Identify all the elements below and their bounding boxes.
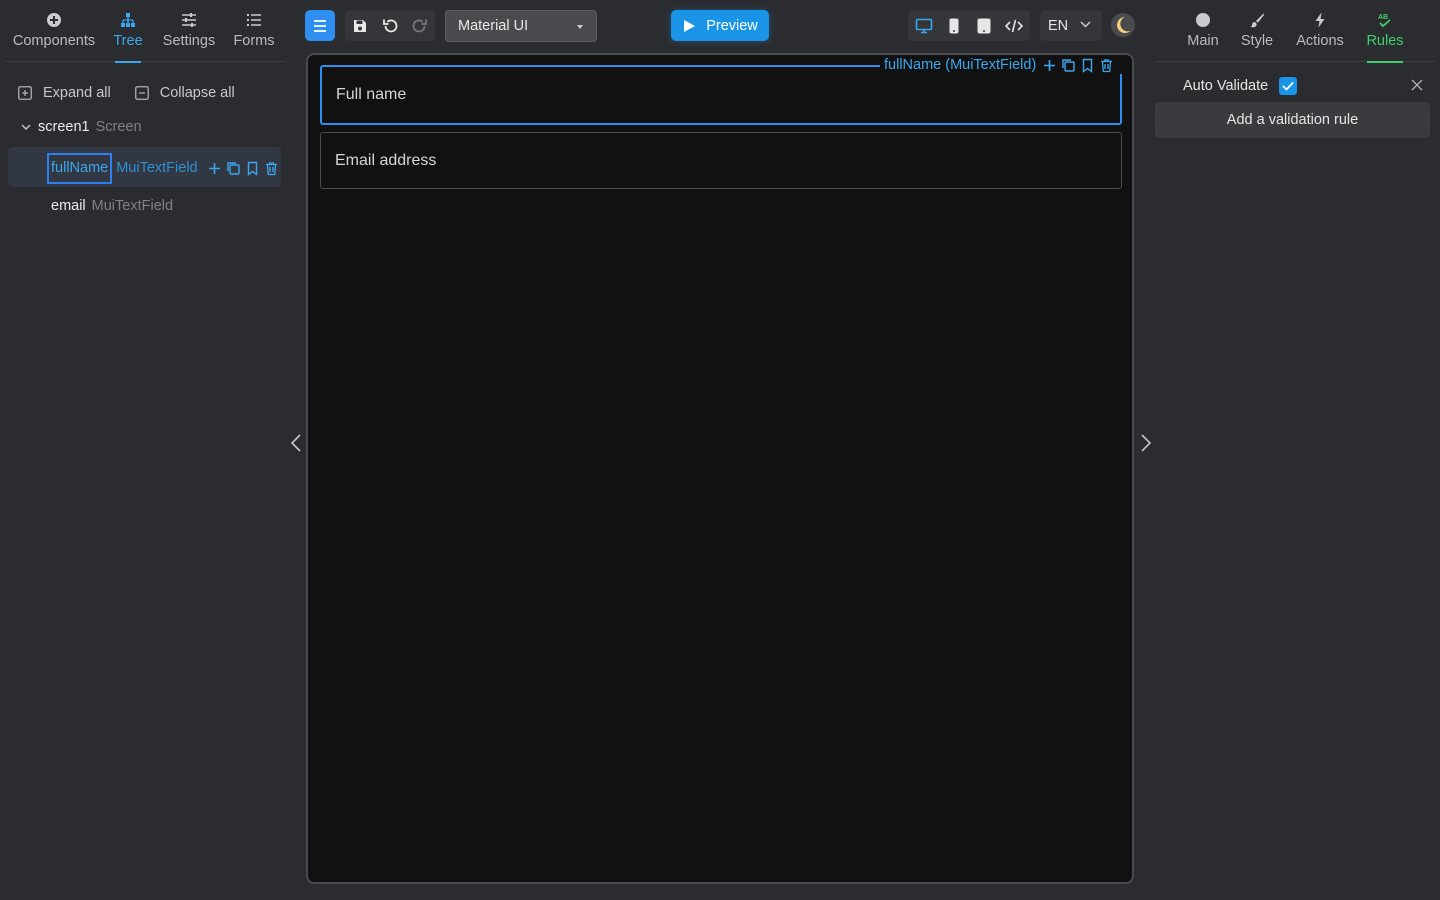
trash-icon[interactable] — [264, 161, 279, 176]
tab-label: Actions — [1296, 33, 1344, 49]
language-value: EN — [1048, 17, 1069, 34]
tree-node-name: fullName — [47, 152, 113, 184]
tab-actions[interactable]: Actions — [1295, 0, 1345, 62]
code-view-button[interactable] — [999, 10, 1029, 41]
fullname-text-field[interactable]: Full name — [320, 65, 1122, 125]
save-button[interactable] — [345, 10, 375, 41]
duplicate-icon[interactable] — [1061, 58, 1076, 73]
plus-circle-icon — [47, 13, 61, 27]
auto-validate-row: Auto Validate — [1183, 75, 1298, 97]
play-icon — [684, 19, 696, 32]
tab-tree[interactable]: Tree — [110, 0, 146, 62]
tab-forms[interactable]: Forms — [232, 0, 276, 62]
tree-node-type: MuiTextField — [91, 198, 174, 214]
duplicate-icon[interactable] — [226, 161, 241, 176]
tab-label: Settings — [162, 33, 216, 49]
theme-toggle-moon-icon[interactable] — [1110, 12, 1136, 38]
tree-node-name: email — [51, 198, 86, 214]
save-icon — [354, 19, 366, 32]
hierarchy-icon — [121, 13, 135, 27]
tablet-view-button[interactable] — [969, 10, 999, 41]
chevron-down-icon[interactable] — [20, 121, 32, 133]
tab-components[interactable]: Components — [12, 0, 96, 62]
add-icon[interactable] — [1042, 58, 1057, 73]
tree-actions: Expand all Collapse all — [18, 82, 259, 104]
caret-down-icon — [577, 25, 583, 29]
tree-node-screen1[interactable]: screen1 Screen — [20, 117, 142, 137]
collapse-left-panel-chevron-icon[interactable] — [288, 433, 304, 453]
add-validation-rule-label: Add a validation rule — [1226, 112, 1359, 128]
expand-all-label: Expand all — [43, 85, 111, 101]
left-panel: Components Tree Settings Forms Expand al… — [0, 0, 290, 900]
email-text-field[interactable]: Email address — [320, 132, 1122, 189]
ui-library-value: Material UI — [458, 18, 529, 34]
redo-icon — [412, 19, 427, 32]
design-canvas[interactable]: Full name fullName (MuiTextField) Email … — [306, 53, 1134, 884]
desktop-icon — [915, 18, 933, 33]
language-select[interactable]: EN — [1040, 10, 1102, 41]
preview-button[interactable]: Preview — [671, 10, 769, 41]
auto-validate-label: Auto Validate — [1183, 78, 1269, 94]
tree-node-type: Screen — [95, 119, 142, 135]
tree-node-email[interactable]: email MuiTextField — [51, 196, 173, 216]
tab-label: Main — [1187, 33, 1219, 49]
redo-button[interactable] — [405, 10, 435, 41]
brush-icon — [1250, 13, 1264, 28]
svg-text:AB: AB — [1378, 14, 1388, 21]
add-validation-rule-button[interactable]: Add a validation rule — [1155, 102, 1430, 138]
collapse-right-panel-chevron-icon[interactable] — [1138, 433, 1154, 453]
checkmark-icon — [1282, 81, 1294, 91]
field-label: Email address — [335, 151, 437, 169]
tab-rules[interactable]: AB Rules — [1366, 0, 1404, 62]
tab-label: Forms — [233, 33, 275, 49]
tab-label: Style — [1240, 33, 1274, 49]
chevron-down-icon — [1080, 21, 1091, 28]
history-group — [345, 10, 435, 41]
tab-label: Rules — [1366, 33, 1404, 49]
list-icon — [247, 14, 261, 26]
ab-check-icon: AB — [1378, 14, 1391, 28]
expand-all-button[interactable]: Expand all — [18, 85, 111, 101]
tree-node-name: screen1 — [38, 119, 90, 135]
hamburger-icon — [314, 19, 326, 32]
ui-library-select[interactable]: Material UI — [445, 10, 597, 42]
collapse-all-label: Collapse all — [159, 85, 235, 101]
auto-validate-checkbox[interactable] — [1279, 77, 1298, 95]
mobile-icon — [949, 18, 959, 33]
preview-label: Preview — [706, 17, 758, 34]
plus-square-icon — [18, 86, 32, 100]
minus-square-icon — [134, 86, 149, 100]
field-label: Full name — [336, 86, 407, 103]
collapse-all-button[interactable]: Collapse all — [134, 85, 235, 101]
tab-label: Components — [12, 33, 96, 49]
device-switcher — [908, 10, 1030, 41]
menu-button[interactable] — [305, 10, 335, 41]
trash-icon[interactable] — [1099, 58, 1114, 73]
bookmark-icon[interactable] — [245, 161, 260, 176]
tab-label: Tree — [113, 33, 143, 49]
left-tab-bar: Components Tree Settings Forms — [6, 0, 286, 62]
tree-node-fullname[interactable]: fullName MuiTextField — [47, 152, 283, 184]
tab-main[interactable]: Main — [1185, 0, 1221, 62]
mobile-view-button[interactable] — [939, 10, 969, 41]
tab-style[interactable]: Style — [1240, 0, 1274, 62]
selection-badge: fullName (MuiTextField) — [880, 56, 1123, 74]
right-tab-bar: Main Style Actions AB Rules — [1155, 0, 1435, 62]
tab-settings[interactable]: Settings — [161, 0, 217, 62]
undo-button[interactable] — [375, 10, 405, 41]
undo-icon — [383, 19, 398, 32]
circle-icon — [1196, 13, 1210, 27]
add-icon[interactable] — [207, 161, 222, 176]
close-icon[interactable] — [1410, 78, 1424, 92]
bookmark-icon[interactable] — [1080, 58, 1095, 73]
bolt-icon — [1315, 12, 1325, 28]
tablet-icon — [977, 18, 991, 33]
desktop-view-button[interactable] — [909, 10, 939, 41]
tree-node-type: MuiTextField — [116, 160, 198, 176]
tree-node-tools — [207, 161, 283, 176]
code-icon — [1005, 19, 1023, 32]
sliders-icon — [182, 13, 196, 27]
selection-badge-label: fullName (MuiTextField) — [884, 57, 1037, 73]
